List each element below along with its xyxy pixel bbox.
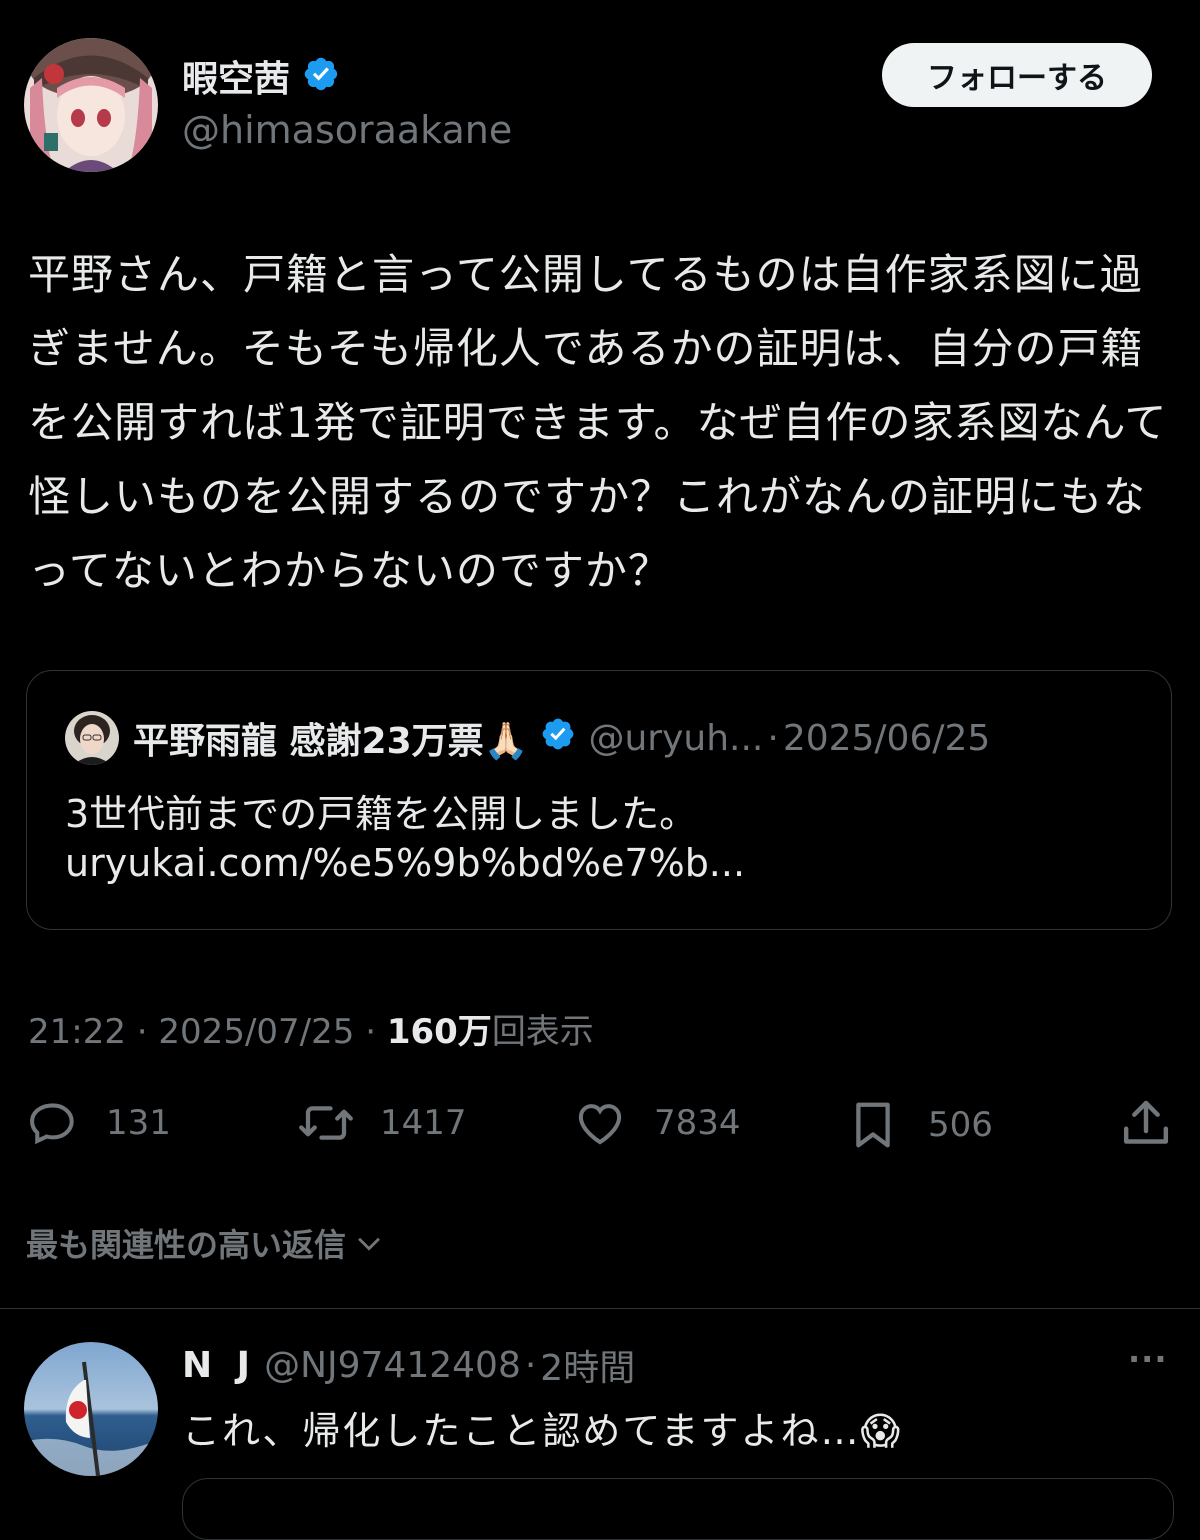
tweet-time: 21:22 bbox=[28, 1012, 126, 1052]
reply-text: これ、帰化したこと認めてますよね…😱 bbox=[182, 1409, 903, 1453]
share-button[interactable] bbox=[1118, 1096, 1174, 1152]
meta-separator: · bbox=[365, 1012, 377, 1052]
bookmark-count: 506 bbox=[928, 1105, 993, 1145]
quote-date: 2025/06/25 bbox=[782, 717, 991, 759]
meta-separator: · bbox=[136, 1012, 148, 1052]
quote-display-name: 平野雨龍 感謝23万票🙏🏻 bbox=[133, 721, 529, 762]
reply-count: 131 bbox=[106, 1103, 171, 1143]
quote-handle: @uryuh... bbox=[588, 717, 764, 759]
verified-badge-icon bbox=[302, 55, 340, 97]
views-label: 回表示 bbox=[491, 1012, 594, 1052]
tweet-meta: 21:22 · 2025/07/25 · 160万回表示 bbox=[28, 1004, 594, 1053]
bookmark-icon bbox=[856, 1102, 890, 1148]
reply-media-preview[interactable] bbox=[182, 1478, 1174, 1540]
reply-avatar[interactable] bbox=[24, 1342, 158, 1476]
views-count: 160万 bbox=[386, 1012, 492, 1052]
reply-separator: · bbox=[524, 1344, 537, 1386]
reply-avatar-image bbox=[24, 1342, 158, 1476]
replies-sort-label: 最も関連性の高い返信 bbox=[26, 1226, 347, 1264]
author-avatar-image bbox=[24, 38, 158, 172]
quote-verified-badge-icon bbox=[540, 716, 576, 761]
follow-button[interactable]: フォローする bbox=[882, 43, 1152, 107]
quote-separator: · bbox=[767, 717, 779, 759]
like-button[interactable]: 7834 bbox=[572, 1096, 741, 1150]
retweet-count: 1417 bbox=[380, 1103, 467, 1143]
section-divider bbox=[0, 1308, 1200, 1309]
quote-avatar bbox=[65, 711, 119, 765]
like-count: 7834 bbox=[654, 1103, 741, 1143]
retweet-icon bbox=[299, 1106, 353, 1140]
retweet-button[interactable]: 1417 bbox=[296, 1096, 467, 1150]
reply-handle[interactable]: @NJ97412408 bbox=[264, 1345, 521, 1386]
quote-link[interactable]: uryukai.com/%e5%9b%bd%e7%b... bbox=[65, 841, 745, 885]
reply-more-button[interactable]: ··· bbox=[1128, 1340, 1167, 1378]
tweet-date: 2025/07/25 bbox=[158, 1012, 355, 1052]
reply-button[interactable]: 131 bbox=[26, 1096, 171, 1150]
share-icon bbox=[1123, 1100, 1169, 1144]
reply-time: 2時間 bbox=[540, 1348, 636, 1389]
tweet-text: 平野さん、戸籍と言って公開してるものは自作家系図に過ぎません。そもそも帰化人であ… bbox=[28, 250, 1168, 595]
quoted-tweet[interactable]: 平野雨龍 感謝23万票🙏🏻 @uryuh... · 2025/06/25 3世代… bbox=[26, 670, 1172, 930]
author-avatar[interactable] bbox=[24, 38, 158, 172]
heart-icon bbox=[578, 1104, 622, 1145]
reply-icon bbox=[30, 1103, 74, 1145]
bookmark-button[interactable]: 506 bbox=[846, 1096, 993, 1154]
chevron-down-icon bbox=[358, 1237, 380, 1251]
author-handle[interactable]: @himasoraakane bbox=[182, 108, 512, 152]
reply-display-name[interactable]: N J bbox=[182, 1345, 256, 1386]
author-display-name[interactable]: 暇空茜 bbox=[182, 50, 290, 102]
quote-text: 3世代前までの戸籍を公開しました。 bbox=[65, 792, 698, 836]
replies-sort-dropdown[interactable]: 最も関連性の高い返信 bbox=[26, 1220, 386, 1266]
